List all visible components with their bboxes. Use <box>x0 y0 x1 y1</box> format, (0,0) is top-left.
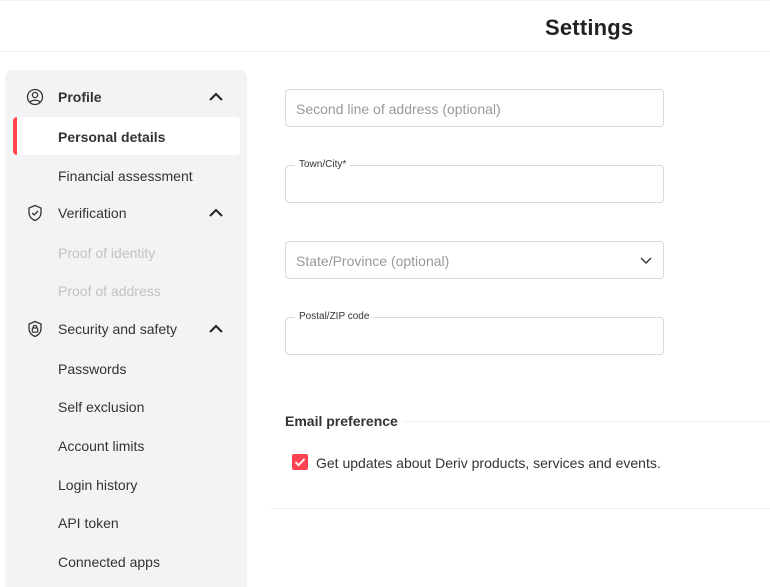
sidebar-item-proof-of-identity[interactable]: Proof of identity <box>13 233 240 271</box>
sidebar-section-label: Security and safety <box>58 321 178 337</box>
user-circle-icon <box>26 88 44 106</box>
settings-sidebar: Profile Personal details Financial asses… <box>5 70 247 587</box>
town-city-input[interactable]: Town/City* <box>285 159 664 203</box>
sidebar-item-proof-of-address[interactable]: Proof of address <box>13 271 240 309</box>
email-updates-checkbox[interactable] <box>292 454 308 470</box>
sidebar-item-label: Login history <box>58 477 138 493</box>
address-line-2-placeholder: Second line of address (optional) <box>296 101 501 117</box>
form-footer-divider <box>270 508 770 509</box>
chevron-up-icon[interactable] <box>208 90 224 104</box>
sidebar-item-passwords[interactable]: Passwords <box>13 349 240 387</box>
address-line-2-input[interactable]: Second line of address (optional) <box>285 89 664 127</box>
sidebar-item-label: Passwords <box>58 361 127 377</box>
chevron-down-icon <box>640 257 652 264</box>
section-divider <box>403 421 770 422</box>
sidebar-item-label: Proof of identity <box>58 245 156 261</box>
chevron-up-icon[interactable] <box>208 322 224 336</box>
sidebar-item-financial-assessment[interactable]: Financial assessment <box>13 156 240 194</box>
sidebar-item-login-history[interactable]: Login history <box>13 465 240 503</box>
shield-lock-icon <box>28 320 42 338</box>
sidebar-item-label: API token <box>58 515 119 531</box>
page-header: Settings <box>0 0 770 52</box>
town-city-label: Town/City* <box>295 159 351 171</box>
email-preference-title: Email preference <box>285 413 398 429</box>
sidebar-item-label: Personal details <box>58 129 166 145</box>
state-province-placeholder: State/Province (optional) <box>296 253 450 269</box>
shield-check-icon <box>28 204 42 222</box>
checkmark-icon <box>294 458 306 467</box>
sidebar-item-personal-details[interactable]: Personal details <box>13 117 240 155</box>
sidebar-item-self-exclusion[interactable]: Self exclusion <box>13 387 240 425</box>
page-title: Settings <box>545 15 634 40</box>
email-updates-label[interactable]: Get updates about Deriv products, servic… <box>316 455 661 471</box>
sidebar-item-label: Proof of address <box>58 283 161 299</box>
postal-code-label: Postal/ZIP code <box>295 311 374 323</box>
sidebar-section-security[interactable]: Security and safety <box>5 310 247 348</box>
sidebar-item-connected-apps[interactable]: Connected apps <box>13 542 240 580</box>
chevron-up-icon[interactable] <box>208 206 224 220</box>
state-province-select[interactable]: State/Province (optional) <box>285 241 664 279</box>
postal-code-input[interactable]: Postal/ZIP code <box>285 311 664 355</box>
sidebar-item-label: Financial assessment <box>58 168 193 184</box>
sidebar-section-profile[interactable]: Profile <box>5 78 247 116</box>
sidebar-section-label: Profile <box>58 89 102 105</box>
sidebar-section-verification[interactable]: Verification <box>5 194 247 232</box>
sidebar-item-label: Account limits <box>58 438 145 454</box>
sidebar-item-account-limits[interactable]: Account limits <box>13 426 240 464</box>
sidebar-item-label: Self exclusion <box>58 399 145 415</box>
sidebar-section-label: Verification <box>58 205 127 221</box>
sidebar-item-api-token[interactable]: API token <box>13 503 240 541</box>
sidebar-item-label: Connected apps <box>58 554 160 570</box>
